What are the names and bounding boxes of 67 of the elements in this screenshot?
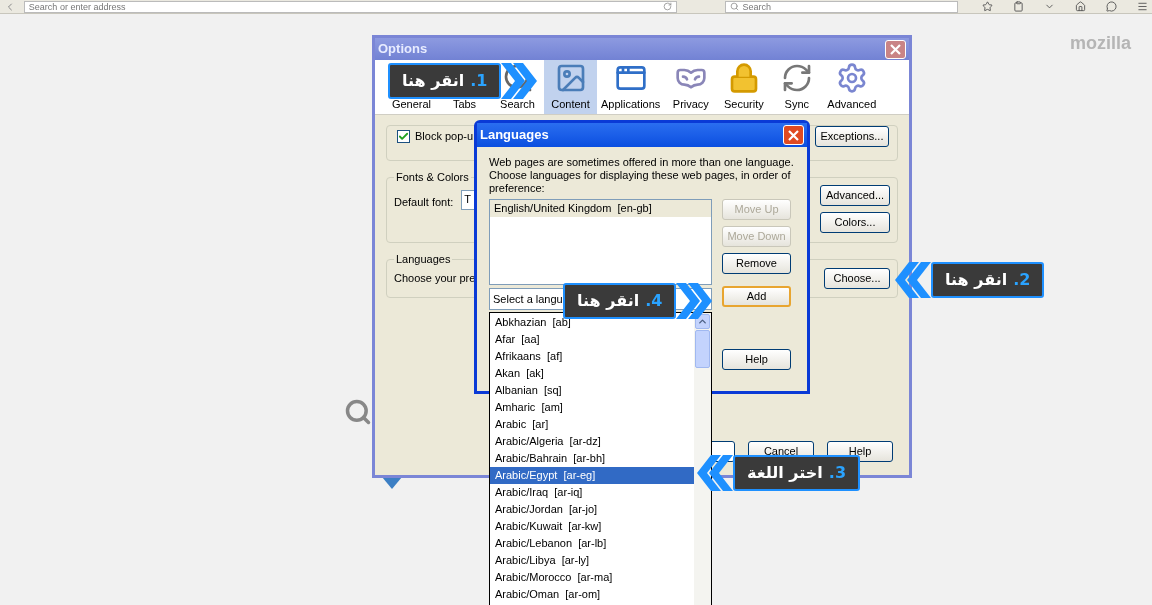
reload-icon[interactable]	[662, 2, 672, 11]
choose-button[interactable]: Choose...	[824, 267, 890, 289]
group-legend: Languages	[394, 251, 453, 268]
language-option[interactable]: Arabic/Algeria [ar-dz]	[490, 433, 694, 450]
step-number: 4.	[645, 290, 663, 312]
preference-tab[interactable]: Content	[544, 60, 597, 114]
double-chevron-icon	[895, 262, 931, 298]
language-option[interactable]: Afar [aa]	[490, 331, 694, 348]
close-icon	[788, 129, 799, 141]
step-number: 3.	[828, 462, 847, 484]
language-option[interactable]: Arabic [ar]	[490, 416, 694, 433]
search-icon	[729, 2, 739, 11]
scrollbar[interactable]	[694, 313, 711, 605]
language-option[interactable]: Albanian [sq]	[490, 382, 694, 399]
exceptions-button[interactable]: Exceptions...	[815, 126, 889, 147]
language-option[interactable]: Arabic/Lebanon [ar-lb]	[490, 535, 694, 552]
language-option[interactable]: Afrikaans [af]	[490, 348, 694, 365]
font-option-button[interactable]: Advanced...	[820, 184, 890, 206]
language-option[interactable]: Arabic/Libya [ar-ly]	[490, 552, 694, 569]
group-text: Choose your pre	[394, 270, 476, 286]
language-option[interactable]: Akan [ak]	[490, 365, 694, 382]
preference-tab[interactable]: Security	[717, 60, 771, 114]
language-option[interactable]: Arabic/Oman [ar-om]	[490, 586, 694, 603]
dialog-description: Web pages are sometimes offered in more than one language. Choose languages for displaying these web pages, in order of preference:	[489, 156, 795, 195]
language-option[interactable]: Arabic/Jordan [ar-jo]	[490, 501, 694, 518]
language-option[interactable]: Amharic [am]	[490, 399, 694, 416]
search-icon	[344, 398, 372, 426]
step-number: 2.	[1013, 269, 1031, 291]
address-field[interactable]: Search or enter address	[23, 0, 677, 13]
font-option-button[interactable]: Colors...	[820, 211, 890, 233]
callout-text: انقر هنا	[402, 70, 465, 92]
search-field[interactable]: Search	[724, 0, 958, 13]
dialog-title: Languages	[480, 126, 549, 145]
step-number: 1.	[470, 70, 488, 92]
help-button[interactable]: Help	[722, 349, 791, 370]
callout-text: انقر هنا	[577, 290, 640, 312]
add-button[interactable]: Add	[722, 286, 791, 307]
language-item[interactable]: English/United Kingdom [en-gb]	[490, 200, 711, 217]
double-chevron-icon	[676, 283, 713, 319]
close-button[interactable]	[885, 39, 906, 59]
chat-icon[interactable]	[1106, 1, 1117, 12]
language-option[interactable]: Arabic/Iraq [ar-iq]	[490, 484, 694, 501]
close-icon	[890, 43, 901, 55]
home-icon[interactable]	[1075, 1, 1086, 12]
language-option[interactable]: Arabic/Kuwait [ar-kw]	[490, 518, 694, 535]
checkbox-label: Block pop-u	[415, 129, 474, 145]
menu-icon[interactable]	[1137, 1, 1148, 12]
callout-text: اختر اللغة	[747, 462, 823, 484]
preference-tab[interactable]: Applications	[597, 60, 665, 114]
callout-text: انقر هنا	[945, 269, 1008, 291]
brand-text: mozilla	[1070, 32, 1131, 55]
preference-tab[interactable]: Privacy	[664, 60, 718, 114]
star-icon[interactable]	[982, 1, 993, 12]
preference-tab[interactable]: Sync	[770, 60, 824, 114]
window-title: Options	[378, 40, 428, 59]
clipboard-icon[interactable]	[1013, 1, 1024, 12]
language-option[interactable]: Arabic/Egypt [ar-eg]	[490, 467, 694, 484]
checkbox[interactable]	[397, 130, 410, 143]
close-button[interactable]	[783, 125, 804, 145]
list-action-button[interactable]: Remove	[722, 253, 791, 274]
preference-tab[interactable]: Advanced	[823, 60, 881, 114]
language-option[interactable]: Arabic/Bahrain [ar-bh]	[490, 450, 694, 467]
scroll-thumb[interactable]	[695, 330, 710, 368]
group-legend: Fonts & Colors	[394, 169, 471, 186]
double-chevron-icon	[697, 455, 733, 491]
language-option[interactable]: Arabic/Morocco [ar-ma]	[490, 569, 694, 586]
field-label: Default font:	[394, 194, 454, 210]
